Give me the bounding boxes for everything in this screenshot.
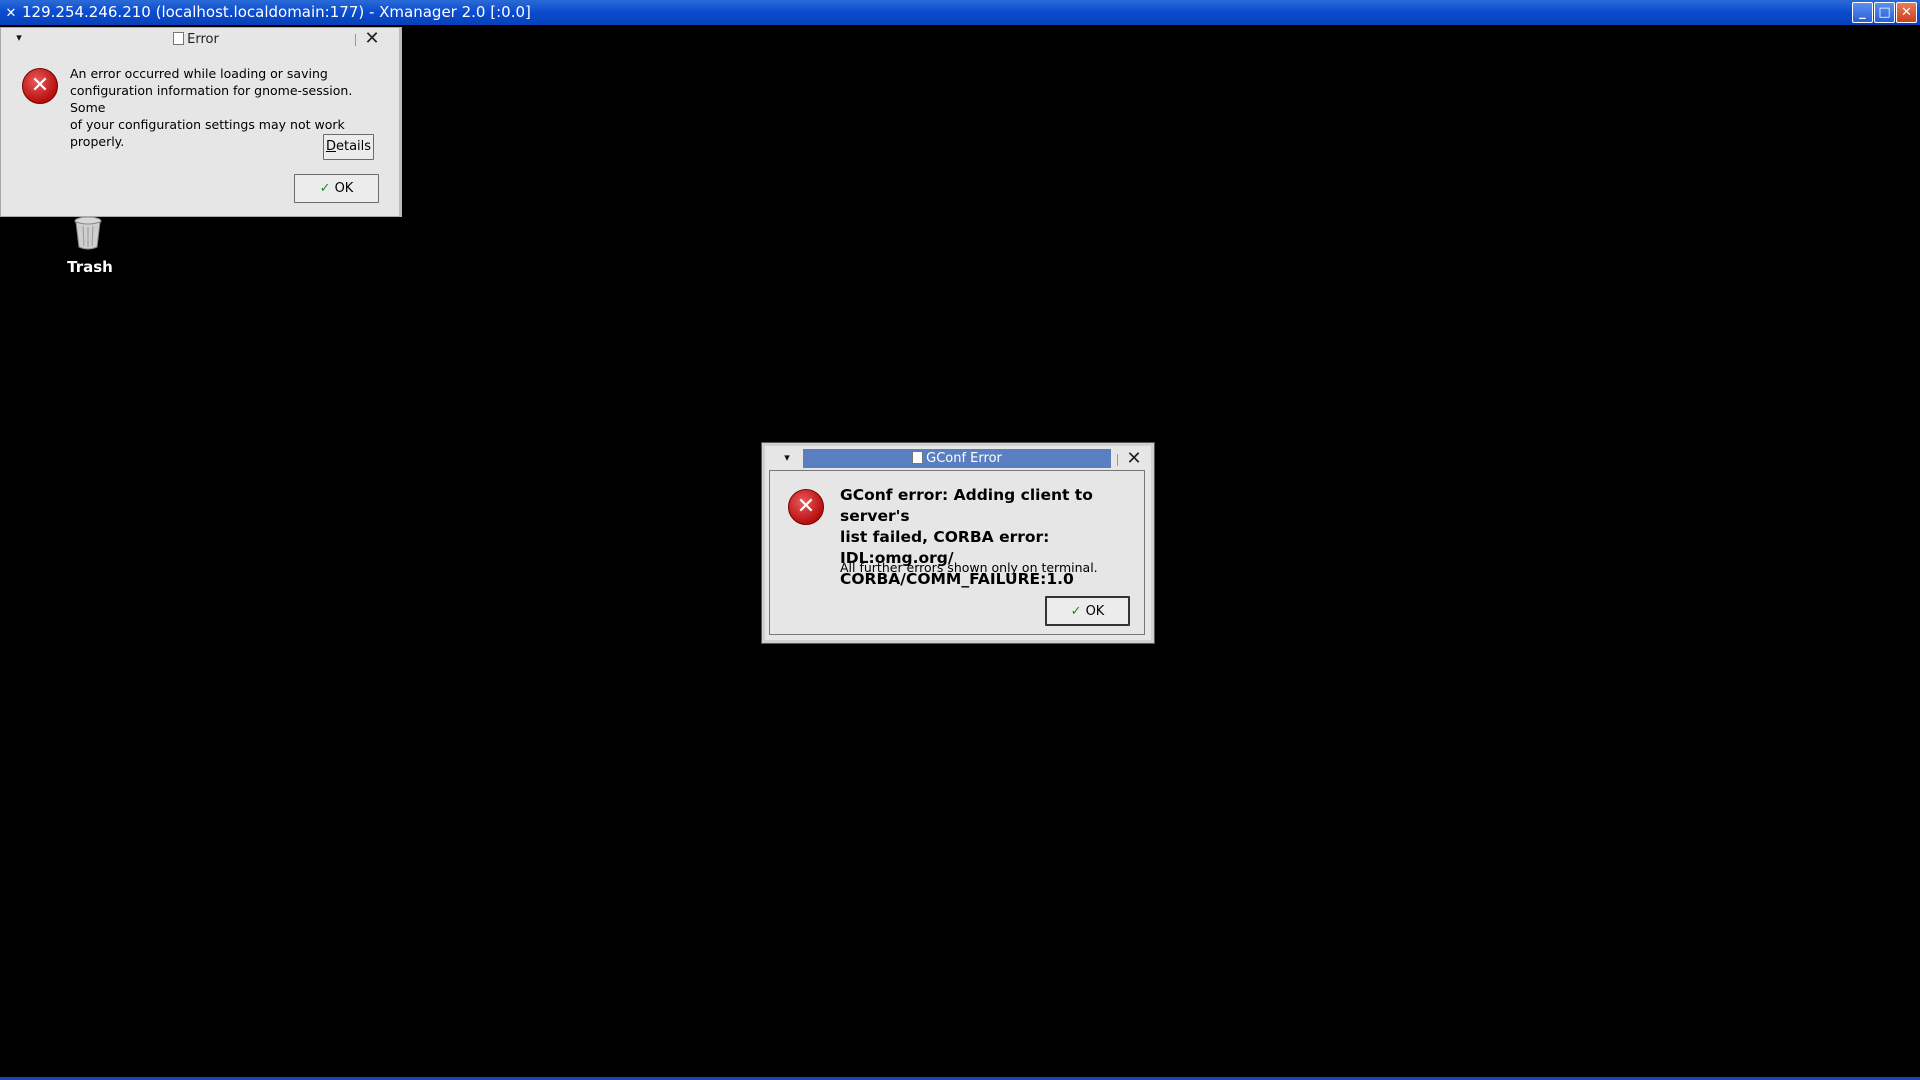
gconf-detail-text: All further errors shown only on termina… [840,560,1098,575]
gconf-dialog-title-text: GConf Error [926,451,1002,466]
desktop-screen: ✕ 129.254.246.210 (localhost.localdomain… [0,0,1920,1080]
gconf-dialog-titlebar[interactable]: ▾ GConf Error ✕ [765,446,1151,470]
window-menu-chevron-icon[interactable]: ▾ [13,31,25,45]
error-dialog-close-icon[interactable]: ✕ [363,30,381,48]
error-dialog-title-text: Error [187,32,219,47]
error-message-line: An error occurred while loading or savin… [70,66,328,81]
app-window-icon [173,32,185,45]
error-message-line: configuration information for gnome-sess… [70,83,353,115]
error-dialog-title: Error [161,31,231,48]
minimize-button[interactable]: _ [1852,2,1873,23]
gconf-dialog-body: ✕ GConf error: Adding client to server's… [769,470,1145,635]
maximize-button[interactable]: □ [1874,2,1895,23]
xmanager-window-title: 129.254.246.210 (localhost.localdomain:1… [22,3,531,21]
error-ok-button[interactable]: ✓ OK [294,174,379,203]
gconf-dialog-close-icon[interactable]: ✕ [1125,450,1143,468]
details-button[interactable]: Details [323,134,374,160]
close-icon: ✕ [1901,5,1912,20]
checkmark-icon: ✓ [319,181,331,196]
error-icon: ✕ [788,489,824,525]
titlebar-separator [355,34,356,46]
gconf-error-dialog: ▾ GConf Error ✕ ✕ GConf error: Adding cl… [761,442,1155,644]
minimize-icon: _ [1859,5,1866,20]
xmanager-titlebar[interactable]: ✕ 129.254.246.210 (localhost.localdomain… [0,0,1920,25]
ok-label: OK [1085,604,1105,619]
close-window-button[interactable]: ✕ [1896,2,1917,23]
error-dialog-titlebar[interactable]: ▾ Error ✕ [1,28,399,50]
maximize-icon: □ [1878,5,1891,20]
app-window-icon [912,451,924,464]
error-icon: ✕ [22,68,58,104]
checkmark-icon: ✓ [1070,604,1082,619]
gconf-ok-button[interactable]: ✓ OK [1045,596,1130,626]
xmanager-logo-icon: ✕ [6,2,16,21]
gconf-dialog-title: GConf Error [803,450,1111,467]
gconf-headline-line: GConf error: Adding client to server's [840,486,1093,525]
trash-icon[interactable] [73,216,103,250]
titlebar-separator [1117,454,1118,466]
trash-label[interactable]: Trash [60,258,120,276]
window-menu-chevron-icon[interactable]: ▾ [781,451,793,465]
gnome-session-error-dialog: ▾ Error ✕ ✕ An error occurred while load… [0,27,402,217]
ok-label: OK [334,181,354,196]
